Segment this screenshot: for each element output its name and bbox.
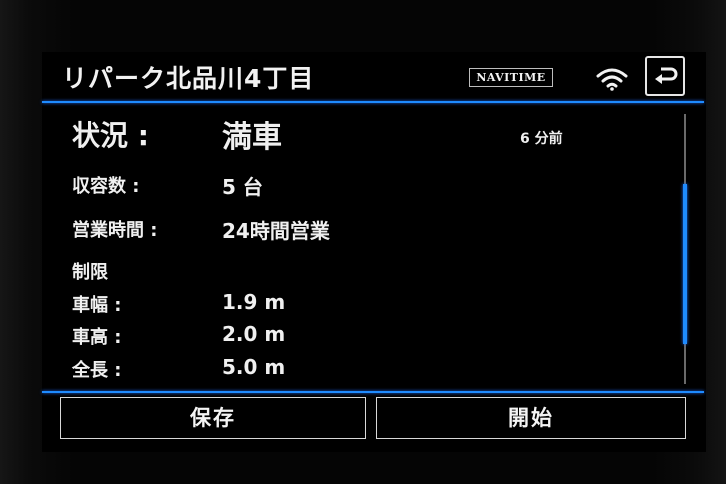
length-limit-value: 5.0 m	[222, 355, 286, 379]
capacity-value: 5 台	[222, 175, 263, 199]
width-limit-label: 車幅 :	[72, 295, 122, 316]
scrollbar-thumb[interactable]	[683, 184, 687, 344]
footer-divider	[42, 391, 704, 393]
start-button[interactable]: 開始	[376, 397, 686, 439]
status-label: 状況 :	[72, 119, 149, 152]
width-limit-value: 1.9 m	[222, 290, 286, 314]
length-limit-label: 全長 :	[72, 360, 122, 381]
limits-heading: 制限	[72, 262, 108, 283]
page-title: リパーク北品川4丁目	[62, 64, 315, 93]
status-value: 満車	[222, 120, 282, 155]
header-divider	[42, 101, 704, 103]
brand-logo: NAVITIME	[469, 68, 553, 87]
hours-value: 24時間営業	[222, 219, 330, 243]
save-button[interactable]: 保存	[60, 397, 366, 439]
height-limit-value: 2.0 m	[222, 322, 286, 346]
back-button[interactable]	[645, 56, 685, 96]
capacity-label: 収容数 :	[72, 176, 140, 197]
back-arrow-icon	[655, 67, 678, 84]
wifi-icon	[596, 67, 628, 91]
status-updated: 6 分前	[520, 131, 563, 147]
hours-label: 営業時間 :	[72, 220, 158, 241]
height-limit-label: 車高 :	[72, 327, 122, 348]
nav-screen: リパーク北品川4丁目 NAVITIME 状況 : 満車 6 分前 収容数 : 5…	[42, 52, 706, 452]
